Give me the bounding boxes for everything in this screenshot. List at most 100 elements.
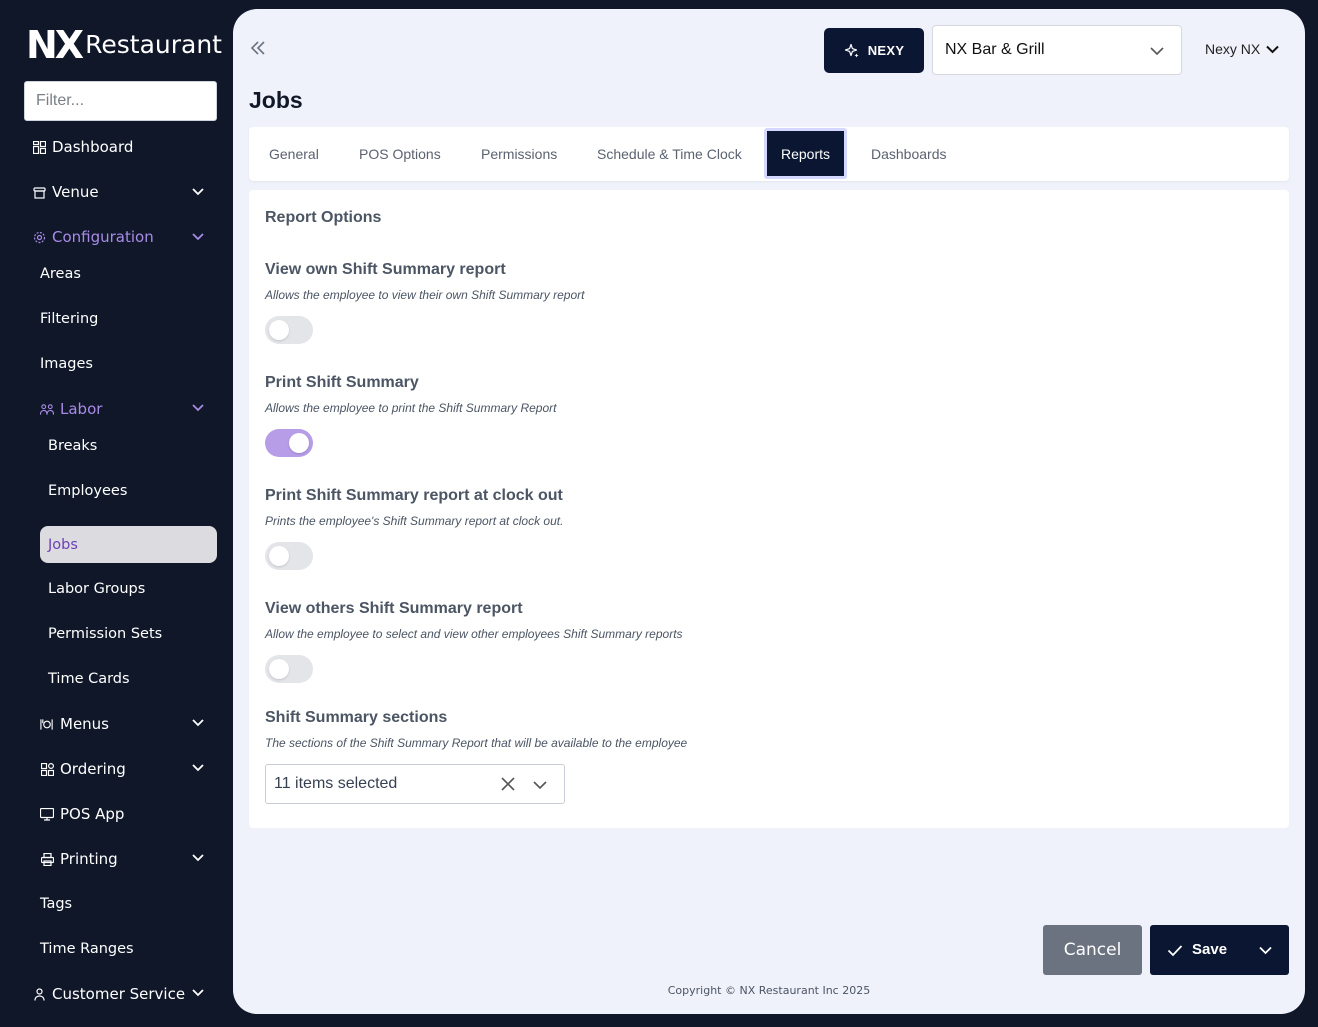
tab-pos-options[interactable]: POS Options: [359, 127, 441, 181]
toggle-view-others-shift-summary[interactable]: [265, 655, 313, 683]
option-description: The sections of the Shift Summary Report…: [265, 736, 688, 750]
chevron-down-icon[interactable]: [1258, 943, 1273, 962]
chevron-down-icon: [1149, 43, 1165, 64]
user-menu[interactable]: Nexy NX: [1205, 39, 1280, 59]
chevron-down-icon[interactable]: [191, 229, 205, 243]
dashboard-icon: [32, 140, 46, 154]
collapse-sidebar-icon[interactable]: [249, 39, 267, 57]
sidebar-item-label: Labor: [60, 400, 103, 418]
sidebar-item-label: Configuration: [52, 228, 154, 246]
sidebar-item-labor-groups[interactable]: Labor Groups: [48, 579, 145, 599]
toggle-knob: [269, 546, 289, 566]
sidebar-item-configuration[interactable]: Configuration: [32, 226, 154, 248]
sidebar-item-ordering[interactable]: Ordering: [40, 758, 126, 780]
multiselect-value: 11 items selected: [274, 775, 398, 792]
sidebar-item-label: Customer Service: [52, 985, 186, 1003]
tab-schedule-time-clock[interactable]: Schedule & Time Clock: [597, 127, 742, 181]
sidebar-item-venue[interactable]: Venue: [32, 181, 99, 203]
sidebar-item-printing[interactable]: Printing: [40, 848, 118, 870]
sidebar-item-employees[interactable]: Employees: [48, 481, 127, 501]
sidebar-item-permission-sets[interactable]: Permission Sets: [48, 624, 162, 644]
toggle-view-own-shift-summary[interactable]: [265, 316, 313, 344]
sidebar-item-label: POS App: [60, 805, 125, 823]
tab-bar: General POS Options Permissions Schedule…: [249, 127, 1289, 181]
sidebar-item-pos-app[interactable]: POS App: [40, 803, 124, 825]
people-icon: [40, 402, 54, 416]
sidebar-item-images[interactable]: Images: [40, 354, 93, 374]
ordering-icon: [40, 762, 54, 776]
sidebar-item-time-ranges[interactable]: Time Ranges: [40, 939, 134, 959]
sparkle-icon: [844, 43, 859, 57]
tab-dashboards[interactable]: Dashboards: [871, 127, 947, 181]
cancel-button[interactable]: Cancel: [1043, 925, 1142, 975]
nexy-button-label: NEXY: [867, 43, 905, 58]
sidebar-item-labor[interactable]: Labor: [40, 398, 102, 420]
dining-icon: [40, 717, 54, 731]
tab-permissions[interactable]: Permissions: [481, 127, 557, 181]
customer-service-icon: [32, 987, 46, 1001]
save-button-label: Save: [1192, 941, 1228, 958]
report-options-card: Report Options View own Shift Summary re…: [249, 190, 1289, 828]
copyright-footer: Copyright © NX Restaurant Inc 2025: [667, 984, 871, 997]
venue-select[interactable]: NX Bar & Grill: [932, 25, 1182, 75]
option-description: Allows the employee to print the Shift S…: [265, 401, 557, 415]
chevron-down-icon[interactable]: [191, 400, 205, 414]
sidebar-filter-input[interactable]: [24, 81, 217, 121]
page-title: Jobs: [249, 87, 303, 113]
main-panel: NEXY NX Bar & Grill Nexy NX Jobs General…: [233, 9, 1305, 1014]
store-icon: [32, 185, 46, 199]
tab-reports[interactable]: Reports: [764, 128, 848, 179]
toggle-knob: [269, 659, 289, 679]
sidebar-item-label: Printing: [60, 850, 118, 868]
option-title: View others Shift Summary report: [265, 600, 523, 617]
chevron-down-icon[interactable]: [191, 715, 205, 729]
sidebar-item-label: Menus: [60, 715, 109, 733]
option-title: Print Shift Summary: [265, 374, 419, 391]
close-icon[interactable]: [500, 776, 516, 797]
sidebar-item-label: Ordering: [60, 760, 126, 778]
tab-general[interactable]: General: [269, 127, 319, 181]
logo-text: Restaurant: [85, 30, 222, 59]
sidebar-item-label: Venue: [52, 183, 99, 201]
chevron-down-icon[interactable]: [191, 760, 205, 774]
chevron-down-icon: [1266, 45, 1279, 53]
printer-icon: [40, 852, 54, 866]
sidebar-item-dashboard[interactable]: Dashboard: [32, 136, 133, 158]
brand-logo[interactable]: NX Restaurant: [26, 26, 222, 64]
sidebar-item-menus[interactable]: Menus: [40, 713, 109, 735]
sidebar-item-jobs[interactable]: Jobs: [40, 526, 217, 563]
option-description: Allows the employee to view their own Sh…: [265, 288, 585, 302]
sidebar: NX Restaurant Dashboard Venue Configurat…: [0, 0, 233, 1027]
chevron-down-icon[interactable]: [191, 184, 205, 198]
section-title: Report Options: [265, 209, 382, 226]
sidebar-item-label: Dashboard: [52, 138, 134, 156]
sidebar-item-areas[interactable]: Areas: [40, 264, 81, 284]
monitor-icon: [40, 807, 54, 821]
toggle-knob: [289, 433, 309, 453]
logo-mark: NX: [26, 23, 84, 67]
venue-select-value: NX Bar & Grill: [945, 41, 1045, 58]
user-name: Nexy NX: [1205, 41, 1261, 57]
option-description: Prints the employee's Shift Summary repo…: [265, 514, 564, 528]
sidebar-item-tags[interactable]: Tags: [40, 894, 72, 914]
sidebar-item-time-cards[interactable]: Time Cards: [48, 669, 130, 689]
gear-icon: [32, 230, 46, 244]
sidebar-item-filtering[interactable]: Filtering: [40, 309, 98, 329]
nexy-assistant-button[interactable]: NEXY: [824, 28, 924, 73]
chevron-down-icon[interactable]: [532, 777, 548, 798]
option-title: Shift Summary sections: [265, 709, 448, 726]
chevron-down-icon[interactable]: [191, 985, 205, 999]
toggle-print-shift-summary[interactable]: [265, 429, 313, 457]
option-title: View own Shift Summary report: [265, 261, 506, 278]
sidebar-item-customer-service[interactable]: Customer Service: [32, 983, 185, 1005]
shift-summary-sections-select[interactable]: 11 items selected: [265, 764, 565, 804]
sidebar-item-breaks[interactable]: Breaks: [48, 436, 97, 456]
option-description: Allow the employee to select and view ot…: [265, 627, 683, 641]
option-title: Print Shift Summary report at clock out: [265, 487, 563, 504]
sidebar-item-label: Jobs: [48, 536, 78, 553]
check-icon: [1167, 942, 1183, 962]
save-button[interactable]: Save: [1150, 925, 1289, 975]
chevron-down-icon[interactable]: [191, 850, 205, 864]
toggle-knob: [269, 320, 289, 340]
toggle-print-at-clock-out[interactable]: [265, 542, 313, 570]
